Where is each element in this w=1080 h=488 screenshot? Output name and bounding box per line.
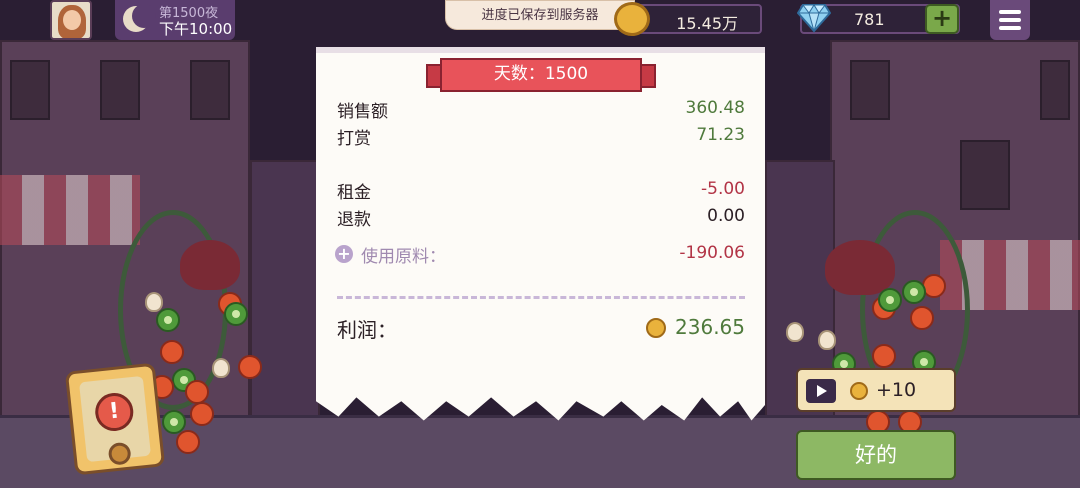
menu-icon [999, 10, 1021, 14]
tomato-slice [176, 430, 200, 454]
ok-button[interactable]: 好的 [796, 430, 956, 480]
refund-value: 0.00 [707, 206, 745, 226]
receipt-divider [337, 296, 745, 299]
tips-label: 打赏 [337, 129, 371, 149]
expand-ingredients-icon[interactable]: + [335, 245, 353, 263]
diamond-icon [797, 4, 831, 33]
tomato-slice [185, 380, 209, 404]
gem-value: 781 [854, 10, 885, 29]
jalapeno-slice [156, 308, 180, 332]
menu-button[interactable] [990, 0, 1030, 40]
day-banner-text: 天数：1500 [493, 64, 589, 84]
video-play-icon [806, 379, 836, 403]
night-counter: 第1500夜 下午10:00 [115, 0, 235, 40]
moon-icon [123, 4, 156, 32]
avatar-face [63, 10, 81, 30]
sales-value: 360.48 [685, 98, 745, 118]
garlic-ingredient [145, 292, 163, 312]
alert-card-inner: ! [78, 375, 152, 466]
menu-icon [999, 26, 1021, 30]
building-window [960, 140, 1010, 210]
watch-ad-button[interactable]: +10 [796, 368, 956, 412]
profit-label: 利润： [337, 318, 397, 342]
garlic-ingredient [212, 358, 230, 378]
alert-dot-icon [107, 441, 132, 466]
coin-icon [646, 318, 666, 338]
day-banner: 天数：1500 [426, 58, 656, 94]
ad-reward-value: +10 [876, 379, 917, 401]
coin-icon [614, 2, 650, 36]
menu-icon [999, 18, 1021, 22]
player-avatar[interactable] [50, 0, 92, 40]
tomato-slice [910, 306, 934, 330]
add-gems-button[interactable]: + [925, 4, 959, 34]
rent-label: 租金 [337, 183, 371, 203]
ingredients-label[interactable]: 使用原料： [361, 242, 446, 267]
sales-label: 销售额 [337, 102, 388, 122]
tomato-slice [190, 402, 214, 426]
profit-value: 236.65 [675, 315, 745, 339]
alert-card[interactable]: ! [64, 362, 166, 476]
garlic-ingredient [786, 322, 804, 342]
tomato-slice [872, 344, 896, 368]
coin-icon [850, 382, 868, 400]
ingredients-value: -190.06 [679, 243, 745, 263]
receipt-top-edge [316, 47, 765, 53]
save-toast: 进度已保存到服务器 [445, 0, 635, 30]
building-window [190, 60, 230, 120]
tomato-slice [160, 340, 184, 364]
jalapeno-slice [902, 280, 926, 304]
rent-value: -5.00 [701, 179, 745, 199]
shop-awning [0, 175, 140, 245]
time-label: 下午10:00 [159, 20, 233, 38]
mid-left-building [250, 160, 320, 420]
building-window [1040, 60, 1070, 120]
building-window [100, 60, 140, 120]
building-window [850, 60, 890, 120]
exclamation-icon: ! [93, 391, 136, 433]
building-window [10, 60, 50, 120]
garlic-ingredient [818, 330, 836, 350]
red-flower [825, 240, 895, 295]
refund-label: 退款 [337, 210, 371, 230]
tomato-slice [238, 355, 262, 379]
tips-value: 71.23 [696, 125, 745, 145]
jalapeno-slice [878, 288, 902, 312]
coin-value: 15.45万 [676, 14, 738, 33]
jalapeno-slice [224, 302, 248, 326]
red-flower [180, 240, 240, 290]
